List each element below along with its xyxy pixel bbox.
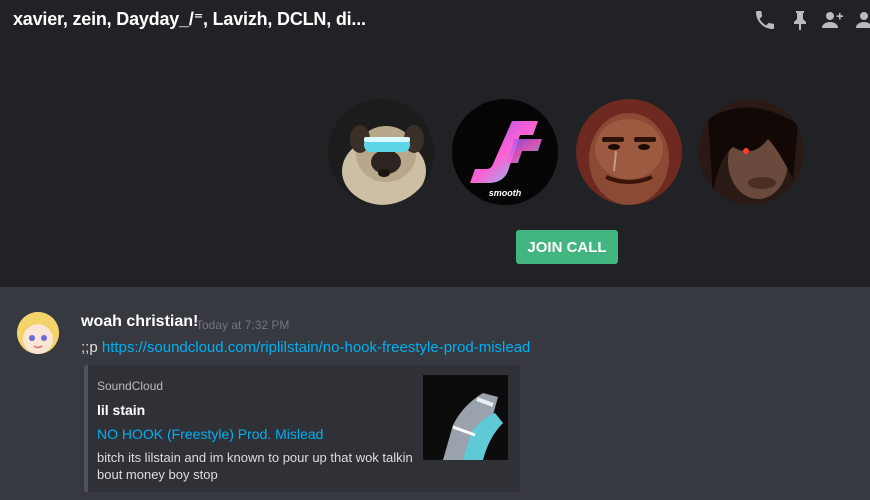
dark-character-avatar[interactable] bbox=[698, 99, 804, 205]
crying-face-avatar[interactable] bbox=[576, 99, 682, 205]
embed-description: bitch its lilstain and im known to pour … bbox=[97, 450, 413, 482]
join-call-button[interactable]: JOIN CALL bbox=[516, 230, 618, 264]
message-prefix: ;;p bbox=[81, 339, 102, 356]
embed-title-link[interactable]: NO HOOK (Freestyle) Prod. Mislead bbox=[97, 426, 323, 442]
call-area: xavier, zein, Dayday_/⁼, Lavizh, DCLN, d… bbox=[0, 0, 870, 287]
message-link[interactable]: https://soundcloud.com/riplilstain/no-ho… bbox=[102, 339, 531, 356]
pug-avatar[interactable] bbox=[328, 99, 434, 205]
avatar[interactable] bbox=[17, 312, 59, 354]
message-author[interactable]: woah christian! bbox=[81, 313, 198, 331]
call-participants: smooth bbox=[0, 0, 870, 287]
embed-author[interactable]: lil stain bbox=[97, 402, 145, 418]
message-timestamp: Today at 7:32 PM bbox=[196, 318, 290, 332]
message-content: ;;p https://soundcloud.com/riplilstain/n… bbox=[81, 339, 530, 356]
embed-provider: SoundCloud bbox=[97, 379, 164, 393]
smooth-logo-avatar[interactable]: smooth bbox=[452, 99, 558, 205]
embed-thumbnail[interactable] bbox=[423, 375, 508, 460]
smooth-caption: smooth bbox=[489, 188, 522, 198]
